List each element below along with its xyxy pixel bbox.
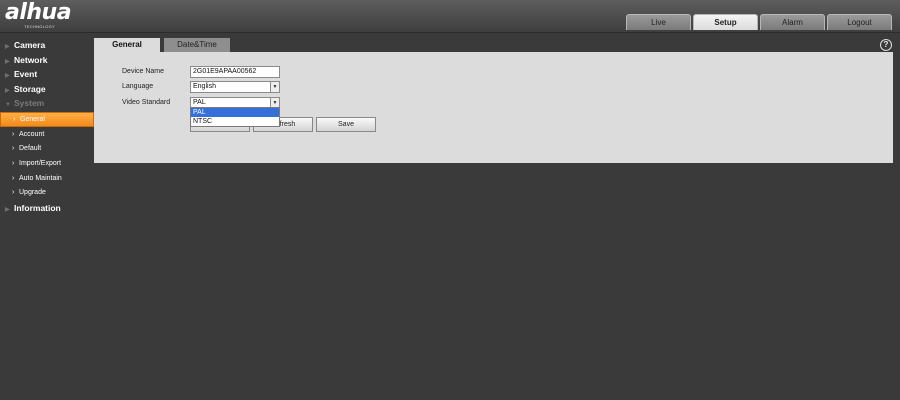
chevron-right-icon: ›	[12, 174, 15, 182]
video-standard-dropdown: PAL NTSC	[190, 107, 280, 127]
sidebar-item-camera[interactable]: ▶ Camera	[0, 38, 94, 53]
sidebar-item-information[interactable]: ▶ Information	[0, 201, 94, 216]
general-settings-panel: Device Name 2G01E9APAA00562 Language Eng…	[94, 52, 893, 163]
save-button[interactable]: Save	[316, 117, 376, 132]
tab-live[interactable]: Live	[626, 14, 691, 30]
help-icon[interactable]: ?	[880, 39, 892, 51]
sidebar-item-system[interactable]: ▼ System	[0, 96, 94, 111]
dropdown-arrow-icon: ▼	[270, 82, 279, 92]
video-standard-value: PAL	[193, 99, 206, 106]
sidebar-subitem-label: Default	[19, 145, 42, 153]
tab-logout[interactable]: Logout	[827, 14, 892, 30]
triangle-right-icon: ▶	[5, 206, 10, 213]
top-nav: Live Setup Alarm Logout	[626, 14, 892, 30]
sidebar-item-label: Camera	[14, 40, 46, 50]
sidebar-subitem-label: Account	[19, 130, 45, 138]
sidebar-subitem-label: General	[20, 115, 45, 123]
sidebar-item-label: System	[14, 98, 45, 108]
option-ntsc[interactable]: NTSC	[191, 117, 279, 126]
language-value: English	[193, 83, 216, 90]
sidebar-item-storage[interactable]: ▶ Storage	[0, 82, 94, 97]
sidebar-item-event[interactable]: ▶ Event	[0, 67, 94, 82]
sidebar-subitem-label: Import/Export	[19, 159, 62, 167]
sidebar-item-network[interactable]: ▶ Network	[0, 53, 94, 68]
sidebar-item-label: Network	[14, 54, 48, 65]
logo-tagline: TECHNOLOGY	[24, 24, 56, 29]
dahua-logo: alhua	[5, 0, 72, 25]
tab-setup[interactable]: Setup	[693, 14, 758, 30]
sidebar-subitem-account[interactable]: › Account	[0, 128, 94, 143]
top-header: alhua TECHNOLOGY Live Setup Alarm Logout	[0, 0, 900, 33]
chevron-right-icon: ›	[13, 115, 16, 123]
sidebar-item-label: Event	[14, 69, 38, 79]
triangle-down-icon: ▼	[5, 102, 11, 108]
language-select[interactable]: English ▼	[190, 81, 280, 93]
tab-general[interactable]: General	[94, 38, 160, 52]
sidebar-subitem-default[interactable]: › Default	[0, 142, 94, 157]
sidebar-item-label: Information	[14, 202, 61, 213]
chevron-right-icon: ›	[12, 130, 15, 138]
video-standard-label: Video Standard	[122, 99, 171, 106]
language-label: Language	[122, 83, 154, 90]
device-name-input[interactable]: 2G01E9APAA00562	[190, 66, 280, 78]
sidebar-subitem-auto-maintain[interactable]: › Auto Maintain	[0, 172, 94, 187]
sidebar-subitem-general[interactable]: › General	[0, 111, 94, 127]
tab-date-time[interactable]: Date&Time	[164, 38, 230, 52]
chevron-right-icon: ›	[12, 145, 15, 153]
sidebar-subitem-upgrade[interactable]: › Upgrade	[0, 186, 94, 201]
sidebar: ▶ Camera ▶ Network ▶ Event ▶ Storage ▼ System…	[0, 38, 94, 215]
chevron-right-icon: ›	[12, 159, 15, 167]
option-pal[interactable]: PAL	[191, 108, 279, 117]
sidebar-subitem-label: Upgrade	[19, 189, 46, 197]
content-tabs: General Date&Time	[94, 38, 230, 52]
chevron-right-icon: ›	[12, 189, 15, 197]
device-name-label: Device Name	[122, 68, 165, 75]
sidebar-subitem-import-export[interactable]: › Import/Export	[0, 157, 94, 172]
sidebar-item-label: Storage	[14, 83, 46, 94]
tab-alarm[interactable]: Alarm	[760, 14, 825, 30]
sidebar-subitem-label: Auto Maintain	[19, 174, 62, 182]
